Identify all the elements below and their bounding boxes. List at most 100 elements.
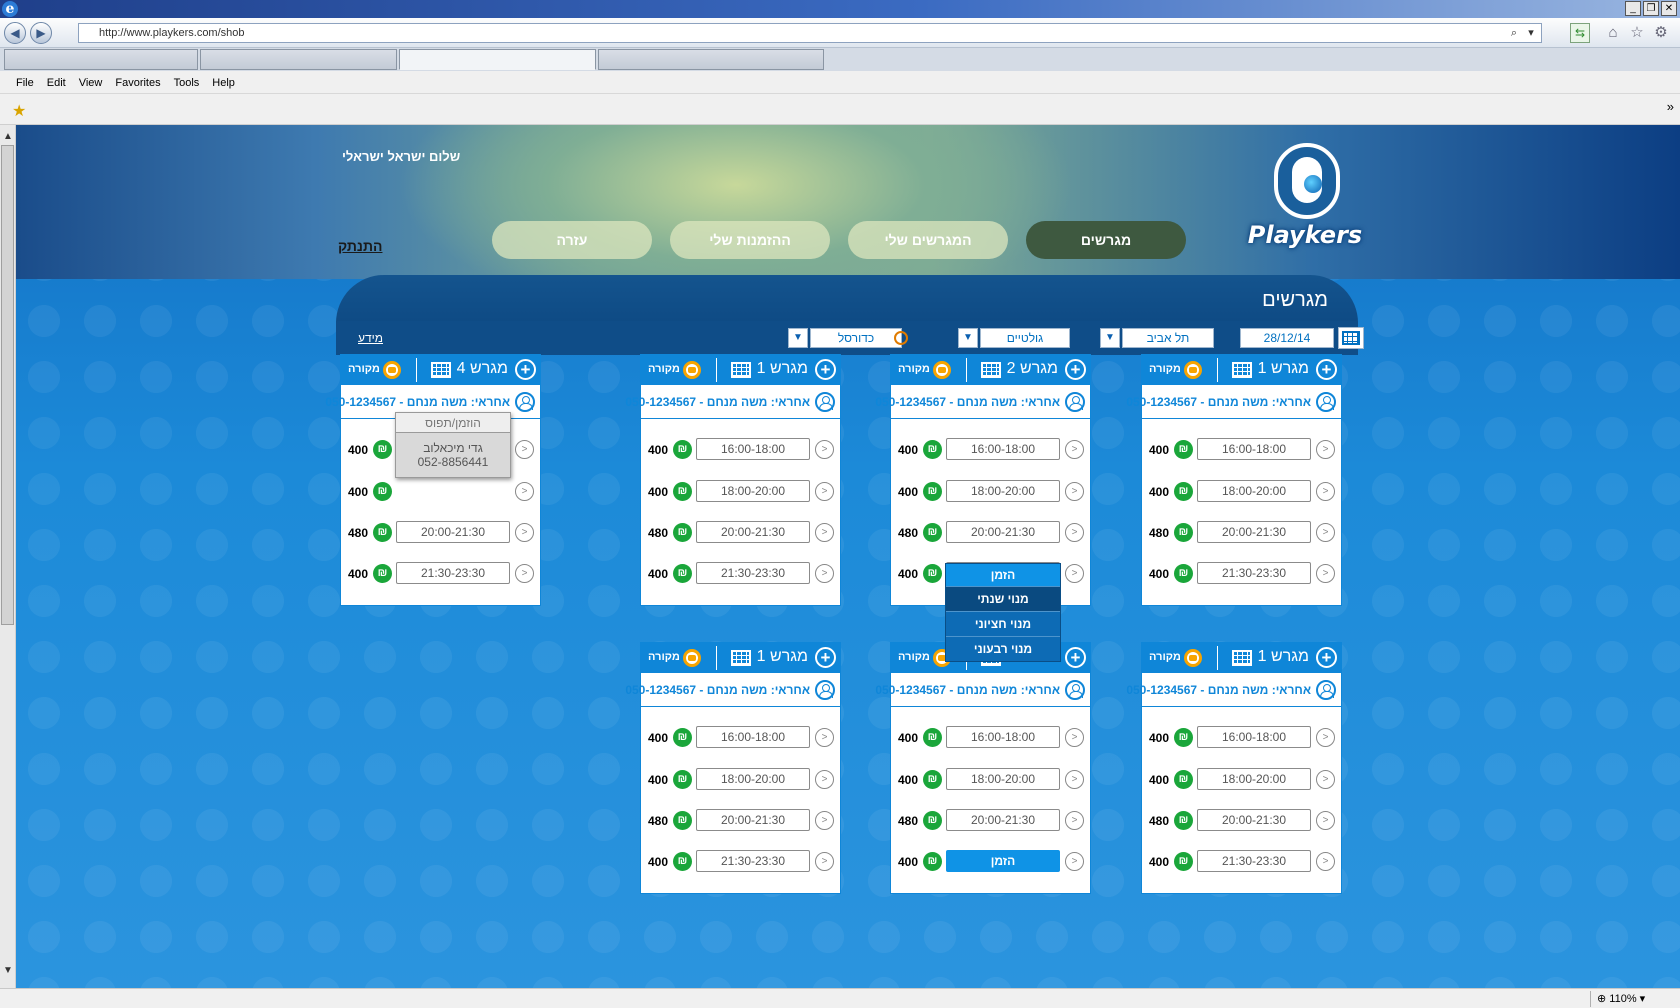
add-icon[interactable]: + xyxy=(1065,647,1086,668)
select-slot-icon[interactable]: > xyxy=(1316,728,1335,747)
select-slot-icon[interactable]: > xyxy=(1065,770,1084,789)
calendar-grid-icon[interactable] xyxy=(981,362,1001,378)
select-slot-icon[interactable]: > xyxy=(515,523,534,542)
restore-button[interactable]: ❐ xyxy=(1643,1,1659,16)
select-slot-icon[interactable]: > xyxy=(1316,523,1335,542)
calendar-grid-icon[interactable] xyxy=(431,362,451,378)
time-slot-button[interactable]: 20:00-21:30 xyxy=(1197,521,1311,543)
nav-courts[interactable]: מגרשים xyxy=(1026,221,1186,259)
calendar-grid-icon[interactable] xyxy=(1232,650,1252,666)
menu-help[interactable]: Help xyxy=(212,74,242,93)
time-slot-button[interactable]: 21:30-23:30 xyxy=(696,562,810,584)
address-bar[interactable]: http://www.playkers.com/shob ⌕ ▾ xyxy=(78,23,1542,43)
time-slot-button[interactable]: 21:30-23:30 xyxy=(1197,850,1311,872)
add-icon[interactable]: + xyxy=(815,359,836,380)
select-slot-icon[interactable]: > xyxy=(815,564,834,583)
calendar-grid-icon[interactable] xyxy=(731,650,751,666)
time-slot-button[interactable]: 16:00-18:00 xyxy=(946,438,1060,460)
sport-dropdown-arrow-icon[interactable]: ▼ xyxy=(788,328,808,348)
chevron-right-icon[interactable]: » xyxy=(1667,99,1674,114)
select-slot-icon[interactable]: > xyxy=(1065,440,1084,459)
browser-tab-active[interactable] xyxy=(399,49,596,70)
add-icon[interactable]: + xyxy=(1316,359,1337,380)
browser-tab[interactable] xyxy=(200,49,397,70)
time-slot-button[interactable]: 20:00-21:30 xyxy=(946,521,1060,543)
select-slot-icon[interactable]: > xyxy=(515,482,534,501)
type-dropdown-arrow-icon[interactable]: ▼ xyxy=(958,328,978,348)
time-slot-button[interactable]: 16:00-18:00 xyxy=(946,726,1060,748)
playkers-logo[interactable]: Playkers xyxy=(1246,143,1364,269)
menu-view[interactable]: View xyxy=(79,74,110,93)
menu-file[interactable]: File xyxy=(16,74,41,93)
select-slot-icon[interactable]: > xyxy=(815,728,834,747)
add-icon[interactable]: + xyxy=(515,359,536,380)
compatibility-view-button[interactable]: ⇆ xyxy=(1570,23,1590,43)
select-slot-icon[interactable]: > xyxy=(1065,852,1084,871)
home-icon[interactable]: ⌂ xyxy=(1604,24,1622,42)
booking-menu-title[interactable]: הזמן xyxy=(946,564,1060,586)
city-select[interactable]: תל אביב xyxy=(1122,328,1214,348)
favorites-star-icon[interactable]: ☆ xyxy=(1628,24,1646,42)
time-slot-button[interactable]: 18:00-20:00 xyxy=(1197,768,1311,790)
select-slot-icon[interactable]: > xyxy=(1316,770,1335,789)
calendar-grid-icon[interactable] xyxy=(1232,362,1252,378)
time-slot-button[interactable]: 16:00-18:00 xyxy=(1197,438,1311,460)
time-slot-button[interactable]: 18:00-20:00 xyxy=(946,768,1060,790)
search-icon[interactable]: ⌕ xyxy=(1507,26,1521,40)
book-button[interactable]: הזמן xyxy=(946,850,1060,872)
add-icon[interactable]: + xyxy=(815,647,836,668)
menu-favorites[interactable]: Favorites xyxy=(115,74,167,93)
sport-select[interactable]: כדורסל xyxy=(810,328,908,348)
select-slot-icon[interactable]: > xyxy=(815,523,834,542)
menu-tools[interactable]: Tools xyxy=(174,74,207,93)
forward-button[interactable]: ▶ xyxy=(30,22,52,44)
select-slot-icon[interactable]: > xyxy=(1065,564,1084,583)
time-slot-button[interactable]: 16:00-18:00 xyxy=(696,438,810,460)
time-slot-button[interactable]: 18:00-20:00 xyxy=(1197,480,1311,502)
nav-my-bookings[interactable]: ההזמנות שלי xyxy=(670,221,830,259)
time-slot-button[interactable]: 18:00-20:00 xyxy=(696,768,810,790)
select-slot-icon[interactable]: > xyxy=(815,770,834,789)
select-slot-icon[interactable]: > xyxy=(1065,728,1084,747)
select-slot-icon[interactable]: > xyxy=(515,564,534,583)
scroll-thumb[interactable] xyxy=(1,145,14,625)
select-slot-icon[interactable]: > xyxy=(1316,852,1335,871)
scroll-down-arrow-icon[interactable]: ▼ xyxy=(2,965,14,977)
calendar-icon[interactable] xyxy=(1338,327,1364,349)
city-dropdown-arrow-icon[interactable]: ▼ xyxy=(1100,328,1120,348)
nav-help[interactable]: עזרה xyxy=(492,221,652,259)
time-slot-button[interactable]: 20:00-21:30 xyxy=(946,809,1060,831)
select-slot-icon[interactable]: > xyxy=(1316,564,1335,583)
select-slot-icon[interactable]: > xyxy=(1065,811,1084,830)
select-slot-icon[interactable]: > xyxy=(815,440,834,459)
time-slot-button[interactable]: 21:30-23:30 xyxy=(396,562,510,584)
select-slot-icon[interactable]: > xyxy=(1316,811,1335,830)
logout-link[interactable]: התנתק xyxy=(338,238,382,254)
browser-tab[interactable] xyxy=(4,49,198,70)
type-select[interactable]: גולטיים xyxy=(980,328,1070,348)
booking-menu-item[interactable]: מנוי חציוני xyxy=(946,611,1060,636)
calendar-grid-icon[interactable] xyxy=(731,362,751,378)
menu-edit[interactable]: Edit xyxy=(47,74,73,93)
back-button[interactable]: ◀ xyxy=(4,22,26,44)
add-icon[interactable]: + xyxy=(1065,359,1086,380)
time-slot-button[interactable]: 18:00-20:00 xyxy=(946,480,1060,502)
zoom-level[interactable]: ⊕ 110% ▾ xyxy=(1590,991,1678,1007)
add-favorite-star-icon[interactable]: ★ xyxy=(12,101,26,121)
booking-menu-item[interactable]: מנוי רבעוני xyxy=(946,636,1060,661)
select-slot-icon[interactable]: > xyxy=(1316,482,1335,501)
time-slot-button[interactable]: 21:30-23:30 xyxy=(1197,562,1311,584)
scroll-up-arrow-icon[interactable]: ▲ xyxy=(2,131,14,143)
select-slot-icon[interactable]: > xyxy=(1065,523,1084,542)
dropdown-arrow-icon[interactable]: ▾ xyxy=(1524,26,1538,40)
select-slot-icon[interactable]: > xyxy=(815,482,834,501)
browser-tab[interactable] xyxy=(598,49,824,70)
date-field[interactable]: 28/12/14 xyxy=(1240,328,1334,348)
time-slot-button[interactable]: 20:00-21:30 xyxy=(696,809,810,831)
select-slot-icon[interactable]: > xyxy=(515,440,534,459)
minimize-button[interactable]: _ xyxy=(1625,1,1641,16)
time-slot-button[interactable]: 20:00-21:30 xyxy=(696,521,810,543)
add-icon[interactable]: + xyxy=(1316,647,1337,668)
time-slot-button[interactable]: 18:00-20:00 xyxy=(696,480,810,502)
select-slot-icon[interactable]: > xyxy=(815,811,834,830)
